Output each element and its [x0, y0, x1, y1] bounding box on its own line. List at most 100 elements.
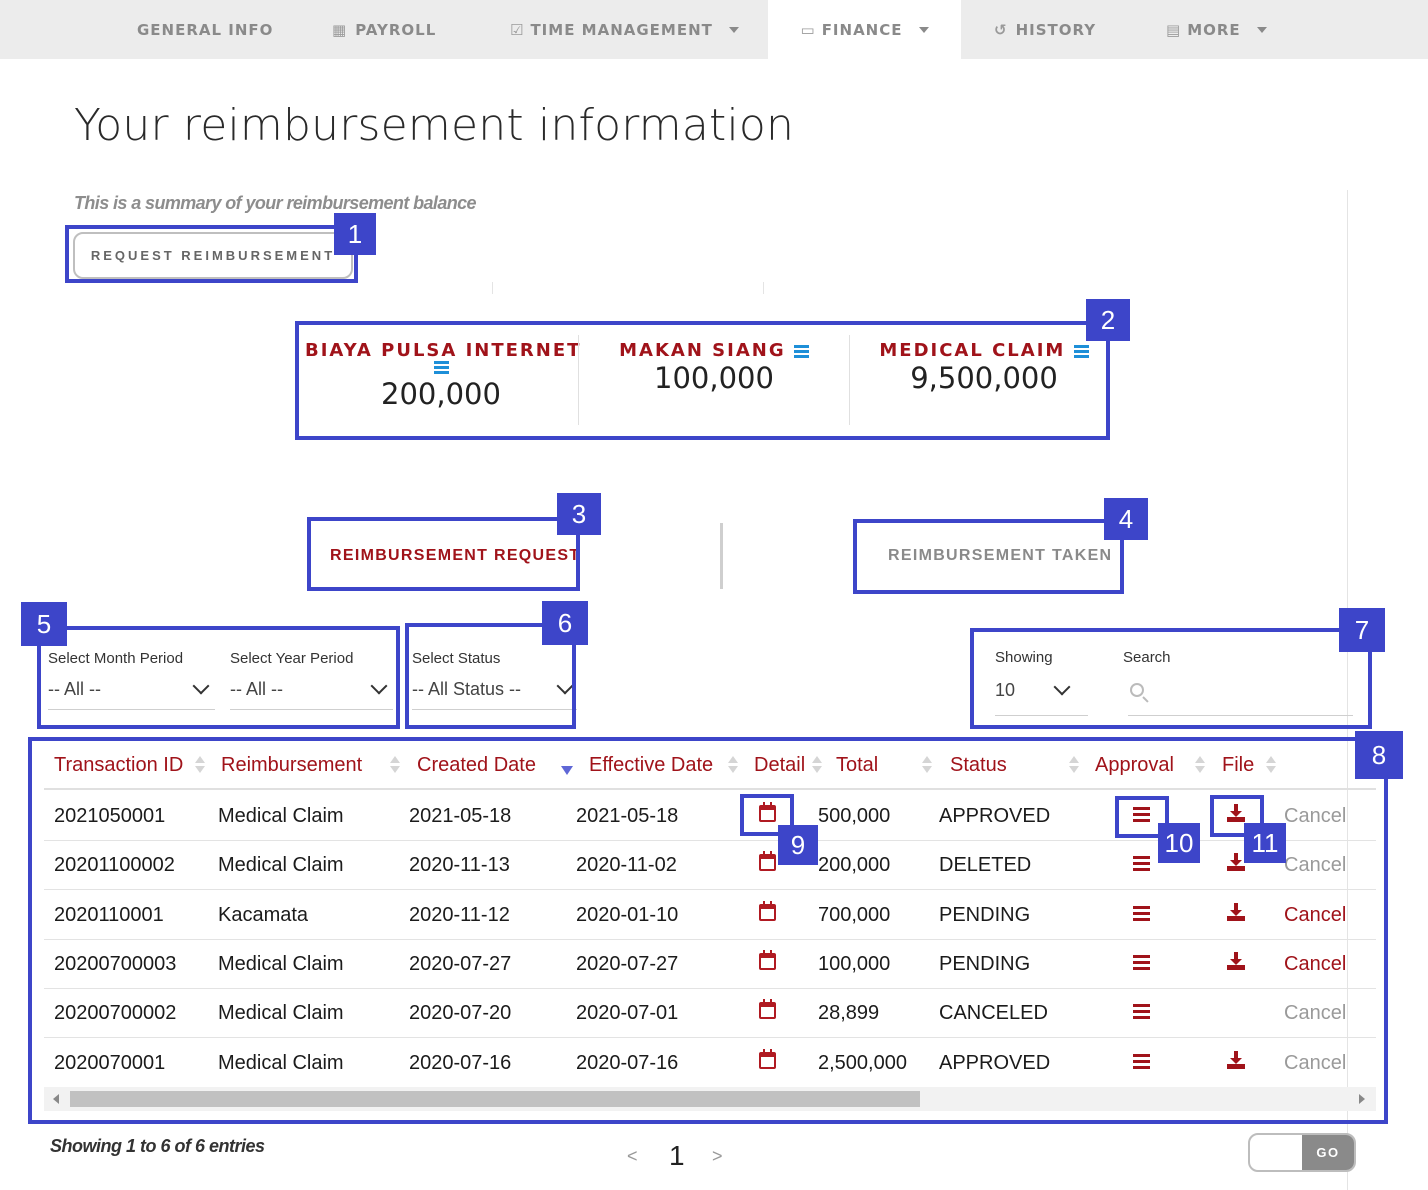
request-reimbursement-button[interactable]: REQUEST REIMBURSEMENT	[73, 232, 353, 279]
year-filter-label: Select Year Period	[230, 650, 353, 667]
balance-name-row: MEDICAL CLAIM	[851, 340, 1117, 361]
approval-list-icon[interactable]	[1133, 807, 1150, 822]
divider	[763, 282, 764, 294]
prev-page-button[interactable]: <	[627, 1146, 638, 1167]
column-header-reimbursement[interactable]: Reimbursement	[221, 754, 362, 777]
download-icon[interactable]	[1227, 903, 1245, 921]
transaction-id-cell: 20201100002	[54, 854, 175, 877]
effective-date-cell: 2020-07-27	[576, 953, 678, 976]
cancel-button[interactable]: Cancel	[1284, 1052, 1346, 1075]
total-cell: 2,500,000	[818, 1052, 907, 1075]
status-filter-select[interactable]: -- All Status --	[412, 670, 577, 710]
scroll-right-icon[interactable]	[1359, 1094, 1365, 1104]
column-header-file[interactable]: File	[1222, 754, 1254, 777]
reimbursement-cell: Medical Claim	[218, 1052, 344, 1075]
approval-list-icon[interactable]	[1133, 856, 1150, 871]
go-button[interactable]: GO	[1302, 1135, 1354, 1170]
chevron-down-icon	[193, 677, 210, 694]
column-header-status[interactable]: Status	[950, 754, 1007, 777]
approval-list-icon[interactable]	[1133, 1054, 1150, 1069]
go-toggle[interactable]: GO	[1248, 1133, 1356, 1172]
cancel-button[interactable]: Cancel	[1284, 904, 1346, 927]
download-icon[interactable]	[1227, 804, 1245, 822]
sort-icon[interactable]	[812, 756, 822, 774]
column-header-effective-date[interactable]: Effective Date	[589, 754, 713, 777]
nav-time-management-label: TIME MANAGEMENT	[530, 21, 712, 39]
calendar-icon[interactable]	[759, 1052, 776, 1069]
nav-finance-label: FINANCE	[822, 21, 903, 39]
hamburger-icon[interactable]	[434, 361, 449, 374]
hamburger-icon[interactable]	[1074, 345, 1089, 358]
approval-list-icon[interactable]	[1133, 955, 1150, 970]
calendar-icon[interactable]	[759, 854, 776, 871]
sort-icon[interactable]	[1266, 756, 1276, 774]
horizontal-scrollbar[interactable]	[44, 1087, 1376, 1111]
top-navigation: GENERAL INFO ▦ PAYROLL ☑ TIME MANAGEMENT…	[0, 0, 1428, 59]
tab-reimbursement-taken[interactable]: REIMBURSEMENT TAKEN	[888, 547, 1112, 565]
column-header-approval[interactable]: Approval	[1095, 754, 1174, 777]
divider	[849, 335, 850, 425]
nav-general-info[interactable]: GENERAL INFO	[137, 0, 273, 59]
table-row: 2020110001Kacamata2020-11-122020-01-1070…	[44, 891, 1376, 940]
entries-info: Showing 1 to 6 of 6 entries	[50, 1136, 265, 1157]
column-header-created-date[interactable]: Created Date	[417, 754, 536, 777]
calendar-icon[interactable]	[759, 904, 776, 921]
sort-icon[interactable]	[195, 756, 205, 774]
download-icon[interactable]	[1227, 952, 1245, 970]
reimbursement-cell: Medical Claim	[218, 1002, 344, 1025]
cancel-button[interactable]: Cancel	[1284, 805, 1346, 828]
effective-date-cell: 2021-05-18	[576, 805, 678, 828]
table-row: 20200700003Medical Claim2020-07-272020-0…	[44, 940, 1376, 989]
search-input[interactable]	[1128, 676, 1353, 716]
sort-icon[interactable]	[1195, 756, 1205, 774]
cancel-button[interactable]: Cancel	[1284, 1002, 1346, 1025]
calendar-icon[interactable]	[759, 805, 776, 822]
column-header-detail[interactable]: Detail	[754, 754, 805, 777]
sort-desc-icon[interactable]	[561, 766, 573, 775]
nav-payroll[interactable]: ▦ PAYROLL	[332, 0, 436, 59]
total-cell: 28,899	[818, 1002, 879, 1025]
column-header-total[interactable]: Total	[836, 754, 878, 777]
download-icon[interactable]	[1227, 853, 1245, 871]
nav-finance[interactable]: ▭ FINANCE	[768, 0, 961, 59]
tab-reimbursement-request[interactable]: REIMBURSEMENT REQUEST	[330, 547, 580, 565]
sort-icon[interactable]	[1069, 756, 1079, 774]
reimbursement-cell: Kacamata	[218, 904, 308, 927]
next-page-button[interactable]: >	[712, 1146, 723, 1167]
sort-icon[interactable]	[922, 756, 932, 774]
approval-list-icon[interactable]	[1133, 1004, 1150, 1019]
sort-icon[interactable]	[390, 756, 400, 774]
search-icon	[1130, 683, 1144, 697]
hamburger-icon[interactable]	[794, 345, 809, 358]
nav-general-info-label: GENERAL INFO	[137, 21, 273, 39]
status-cell: DELETED	[939, 854, 1031, 877]
annotation-label: 1	[334, 213, 376, 255]
page-size-select[interactable]: 10	[995, 666, 1088, 716]
created-date-cell: 2020-07-20	[409, 1002, 511, 1025]
transaction-id-cell: 2021050001	[54, 805, 165, 828]
current-page[interactable]: 1	[669, 1140, 685, 1172]
created-date-cell: 2020-11-13	[409, 854, 510, 877]
nav-time-management[interactable]: ☑ TIME MANAGEMENT	[510, 0, 739, 59]
sort-icon[interactable]	[728, 756, 738, 774]
calendar-icon[interactable]	[759, 1002, 776, 1019]
transaction-id-cell: 2020110001	[54, 904, 164, 927]
reimbursement-cell: Medical Claim	[218, 805, 344, 828]
reimbursement-cell: Medical Claim	[218, 953, 344, 976]
column-header-transaction-id[interactable]: Transaction ID	[54, 754, 183, 777]
scrollbar-thumb[interactable]	[70, 1091, 920, 1107]
year-filter-select[interactable]: -- All --	[230, 670, 393, 710]
calendar-icon[interactable]	[759, 953, 776, 970]
status-cell: CANCELED	[939, 1002, 1048, 1025]
nav-history[interactable]: ↺ HISTORY	[994, 0, 1096, 59]
divider	[720, 523, 723, 589]
cancel-button[interactable]: Cancel	[1284, 953, 1346, 976]
cancel-button[interactable]: Cancel	[1284, 854, 1346, 877]
approval-list-icon[interactable]	[1133, 906, 1150, 921]
scroll-left-icon[interactable]	[53, 1094, 59, 1104]
year-filter-value: -- All --	[230, 679, 283, 700]
month-filter-select[interactable]: -- All --	[48, 670, 215, 710]
download-icon[interactable]	[1227, 1051, 1245, 1069]
annotation-label: 6	[542, 601, 588, 645]
nav-more[interactable]: ▤ MORE	[1166, 0, 1267, 59]
